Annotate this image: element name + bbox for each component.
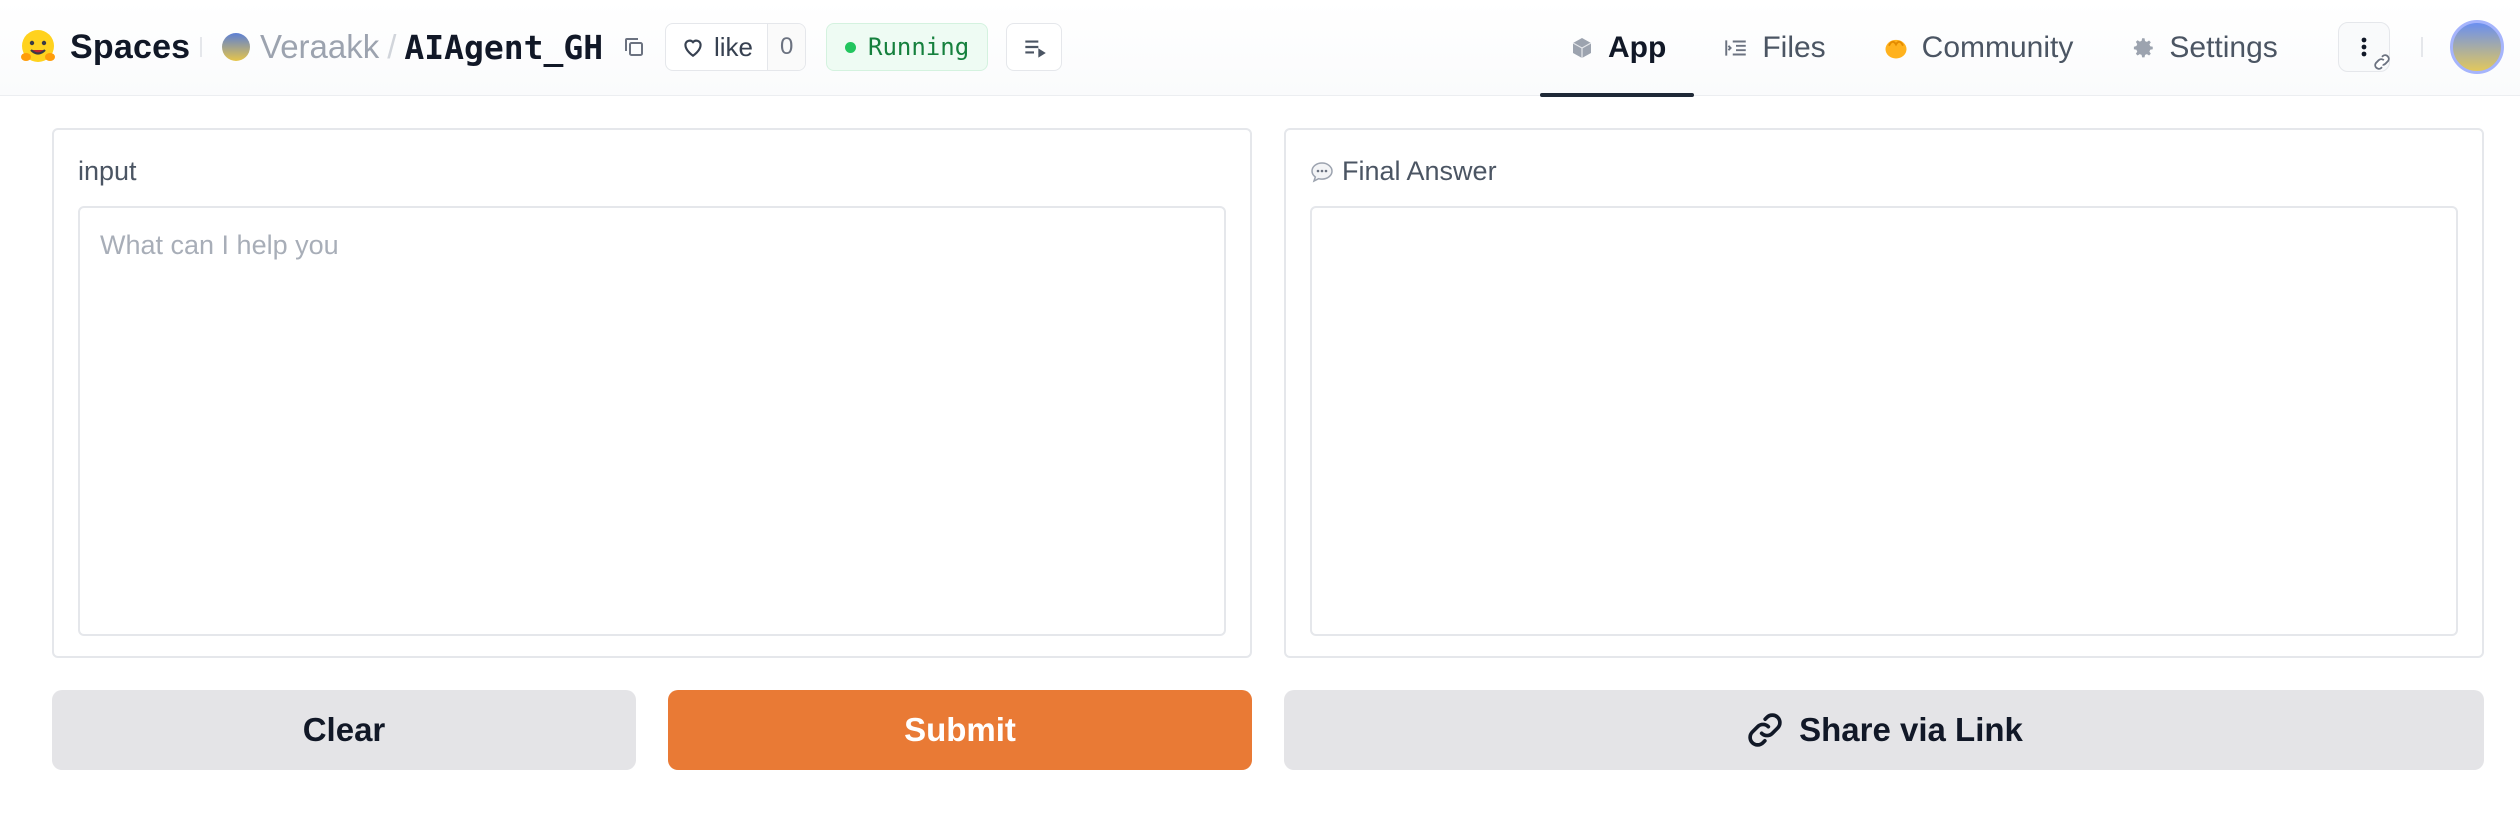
input-panel: input <box>52 128 1252 658</box>
submit-button[interactable]: Submit <box>668 690 1252 770</box>
link-icon <box>2374 54 2390 70</box>
input-textarea[interactable] <box>78 206 1226 636</box>
heart-icon <box>684 39 702 57</box>
final-answer-output[interactable] <box>1310 206 2458 636</box>
final-answer-header: Final Answer <box>1310 156 1497 187</box>
space-tabs: App Files Community Settings <box>1540 0 2306 97</box>
tab-app-label: App <box>1608 31 1667 64</box>
like-button-group: like 0 <box>665 23 807 71</box>
cube-icon <box>1568 34 1596 62</box>
speech-bubble-icon <box>1311 161 1333 182</box>
community-icon <box>1882 34 1910 62</box>
logs-button[interactable] <box>1006 23 1062 71</box>
spaces-label: Spaces <box>70 27 191 66</box>
tab-settings-label: Settings <box>2169 31 2278 64</box>
status-badge[interactable]: Running <box>826 23 989 71</box>
like-label: like <box>714 31 754 62</box>
status-label: Running <box>868 33 970 61</box>
user-avatar[interactable] <box>2450 20 2504 74</box>
breadcrumb-separator: / <box>387 28 397 65</box>
share-via-link-label: Share via Link <box>1799 711 2023 748</box>
copy-icon[interactable] <box>619 32 649 62</box>
final-answer-panel: Final Answer <box>1284 128 2484 658</box>
repo-name-link[interactable]: AIAgent_GH <box>404 28 603 67</box>
status-dot-icon <box>845 41 856 53</box>
input-label: input <box>78 156 137 186</box>
like-count[interactable]: 0 <box>767 24 806 70</box>
hugging-face-logo-icon <box>21 30 55 62</box>
files-icon <box>1722 34 1750 62</box>
final-answer-label: Final Answer <box>1342 156 1497 186</box>
link-icon <box>1748 713 1782 747</box>
divider <box>2421 37 2423 57</box>
repo-breadcrumb: Veraakk / AIAgent_GH <box>222 22 649 72</box>
logs-icon <box>1025 40 1046 58</box>
share-via-link-button[interactable]: Share via Link <box>1284 690 2484 770</box>
top-header: Spaces Veraakk / AIAgent_GH like 0 Runni… <box>0 0 2520 97</box>
like-button[interactable]: like <box>666 24 767 70</box>
tab-files[interactable]: Files <box>1694 0 1853 96</box>
tab-app[interactable]: App <box>1540 0 1695 97</box>
gear-icon <box>2129 34 2157 62</box>
tab-files-label: Files <box>1762 31 1826 64</box>
tab-settings[interactable]: Settings <box>2101 0 2305 96</box>
owner-link[interactable]: Veraakk <box>260 28 379 66</box>
kebab-menu-icon <box>2361 37 2367 57</box>
tab-community-label: Community <box>1921 31 2074 64</box>
tab-community[interactable]: Community <box>1854 0 2102 96</box>
spaces-brand[interactable]: Spaces <box>18 22 190 72</box>
more-options-button[interactable] <box>2338 22 2390 72</box>
clear-button[interactable]: Clear <box>52 690 636 770</box>
owner-avatar[interactable] <box>222 33 250 61</box>
divider <box>200 37 202 57</box>
